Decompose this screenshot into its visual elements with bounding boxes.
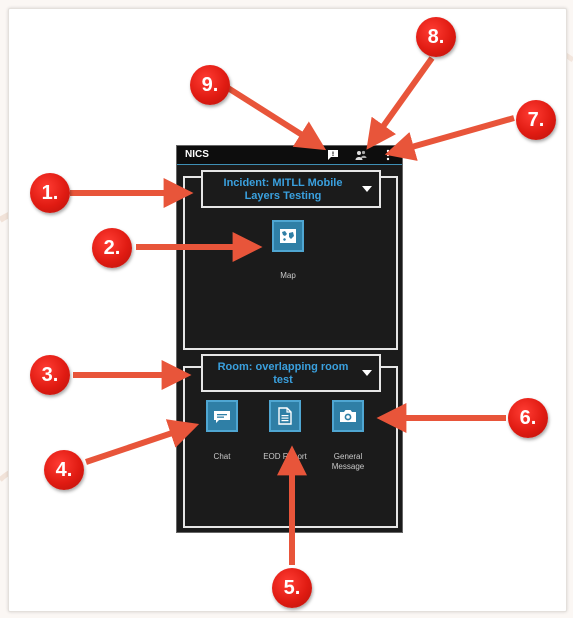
arrow-9 <box>226 85 327 151</box>
arrow-7 <box>384 115 515 161</box>
callout-arrows <box>70 56 515 565</box>
callout-marker-8: 8. <box>416 17 456 57</box>
arrow-8 <box>366 56 435 150</box>
callout-marker-9: 9. <box>190 65 230 105</box>
callout-marker-2: 2. <box>92 228 132 268</box>
callout-marker-7: 7. <box>516 100 556 140</box>
callout-marker-6: 6. <box>508 398 548 438</box>
callout-marker-5: 5. <box>272 568 312 608</box>
callout-marker-3: 3. <box>30 355 70 395</box>
callout-marker-1: 1. <box>30 173 70 213</box>
arrow-4 <box>85 419 200 465</box>
callout-marker-4: 4. <box>44 450 84 490</box>
